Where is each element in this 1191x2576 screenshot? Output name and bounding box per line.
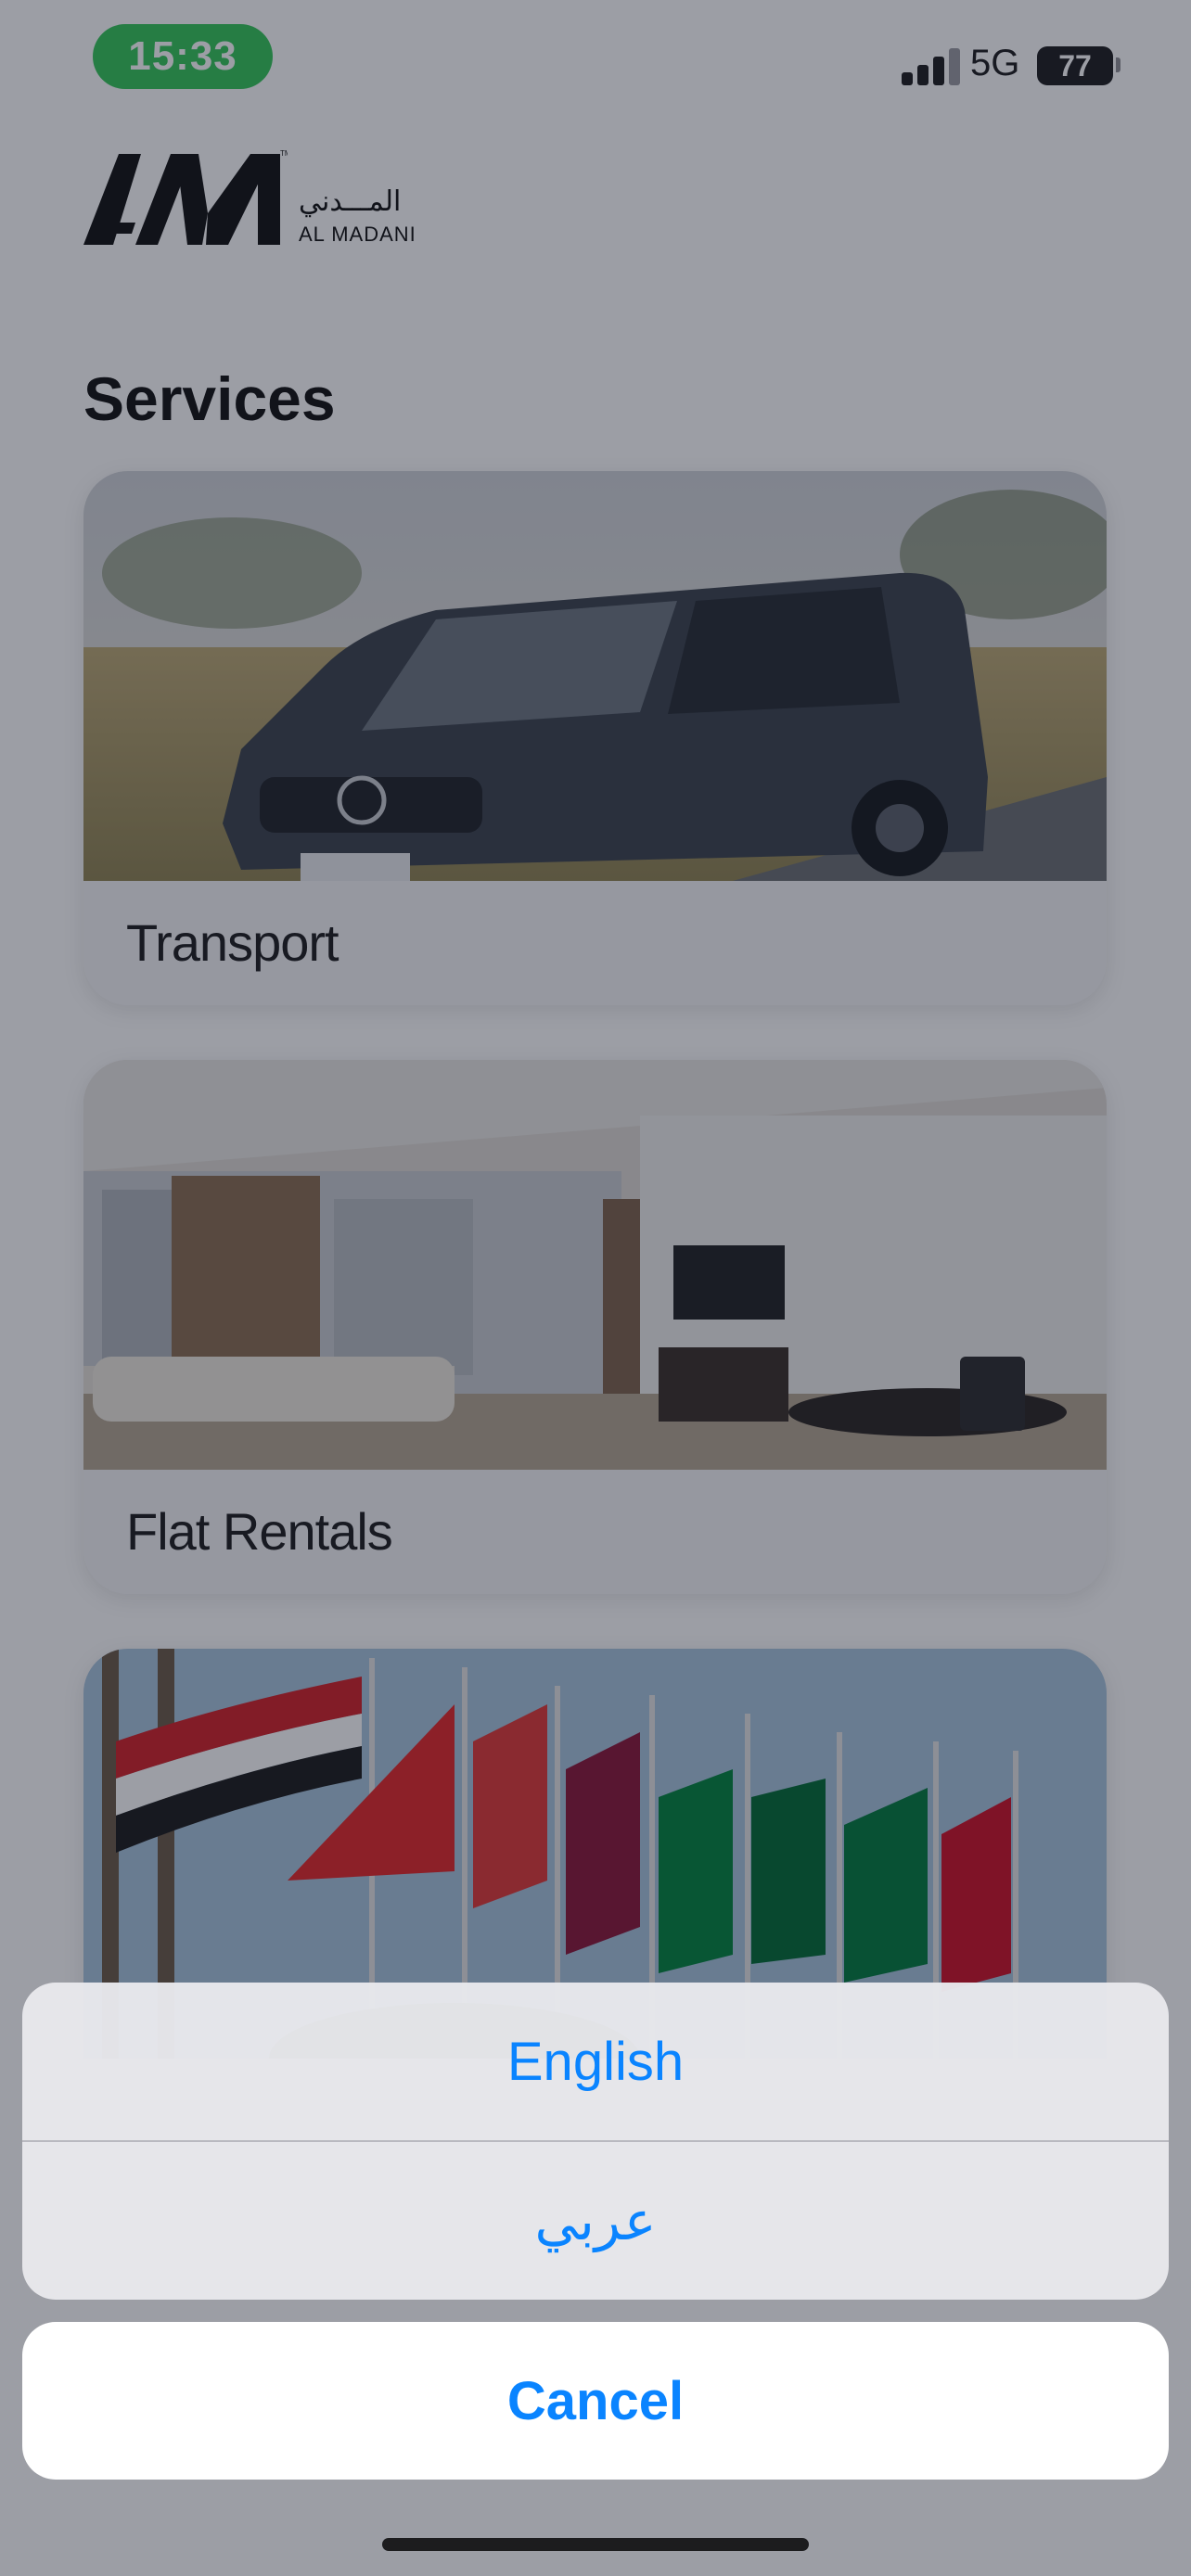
option-arabic[interactable]: عربي bbox=[22, 2142, 1169, 2300]
language-action-sheet: English عربي bbox=[22, 1983, 1169, 2300]
option-english[interactable]: English bbox=[22, 1983, 1169, 2140]
cancel-button[interactable]: Cancel bbox=[22, 2322, 1169, 2480]
home-indicator[interactable] bbox=[382, 2538, 809, 2551]
